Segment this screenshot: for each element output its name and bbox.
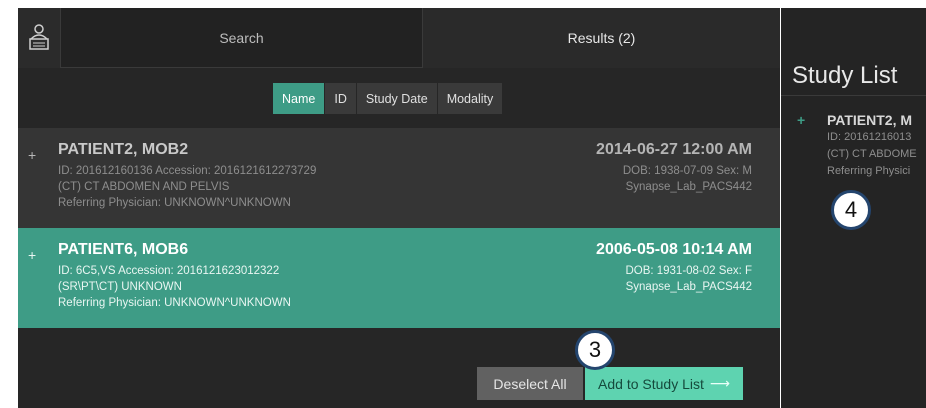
tab-results[interactable]: Results (2) [423,8,780,68]
result-row[interactable]: + PATIENT2, MOB2 ID: 201612160136 Access… [18,128,780,228]
server-name: Synapse_Lab_PACS442 [625,281,752,293]
arrow-right-icon: ⟶ [709,375,730,391]
dob-sex: DOB: 1931-08-02 Sex: F [625,265,752,277]
study-list-referring-physician: Referring Physici [827,165,911,177]
callout-badge-3: 3 [575,330,615,370]
expand-plus-icon[interactable]: + [797,112,805,128]
study-datetime: 2006-05-08 10:14 AM [596,241,752,258]
referring-physician: Referring Physician: UNKNOWN^UNKNOWN [58,197,291,209]
expand-plus-icon[interactable]: + [28,247,36,263]
study-description: (SR\PT\CT) UNKNOWN [58,281,182,293]
sort-by-modality-button[interactable]: Modality [437,83,503,114]
expand-plus-icon[interactable]: + [28,147,36,163]
top-bar: Search Results (2) [18,8,780,68]
callout-badge-4: 4 [831,190,871,230]
sort-bar: Name ID Study Date Modality [273,83,503,114]
deselect-all-button[interactable]: Deselect All [477,367,583,400]
add-to-study-list-button[interactable]: Add to Study List ⟶ [585,367,743,400]
sort-by-study-date-button[interactable]: Study Date [356,83,437,114]
patient-name: PATIENT6, MOB6 [58,241,189,258]
study-list-title: Study List [792,62,898,89]
dob-sex: DOB: 1938-07-09 Sex: M [622,165,752,177]
study-datetime: 2014-06-27 12:00 AM [596,141,752,158]
patient-name: PATIENT2, MOB2 [58,141,189,158]
search-results-panel: Search Results (2) Name ID Study Date Mo… [18,8,780,408]
tab-search[interactable]: Search [61,8,423,68]
sort-by-id-button[interactable]: ID [325,83,356,114]
study-list-patient-id: ID: 20161216013 [827,131,912,143]
patient-id-accession: ID: 201612160136 Accession: 201612161227… [58,165,317,177]
study-list-study-description: (CT) CT ABDOME [827,148,917,160]
patient-id-accession: ID: 6C5,VS Accession: 2016121623012322 [58,265,280,277]
referring-physician: Referring Physician: UNKNOWN^UNKNOWN [58,297,291,309]
server-name: Synapse_Lab_PACS442 [625,181,752,193]
result-row-selected[interactable]: + PATIENT6, MOB6 ID: 6C5,VS Accession: 2… [18,228,780,328]
study-list-patient-name: PATIENT2, M [827,112,913,128]
add-to-study-list-label: Add to Study List [598,375,704,392]
scanner-icon [29,24,49,50]
divider [781,95,926,96]
study-description: (CT) CT ABDOMEN AND PELVIS [58,181,230,193]
pacs-logo-icon[interactable] [18,8,61,68]
sort-by-name-button[interactable]: Name [273,83,325,114]
